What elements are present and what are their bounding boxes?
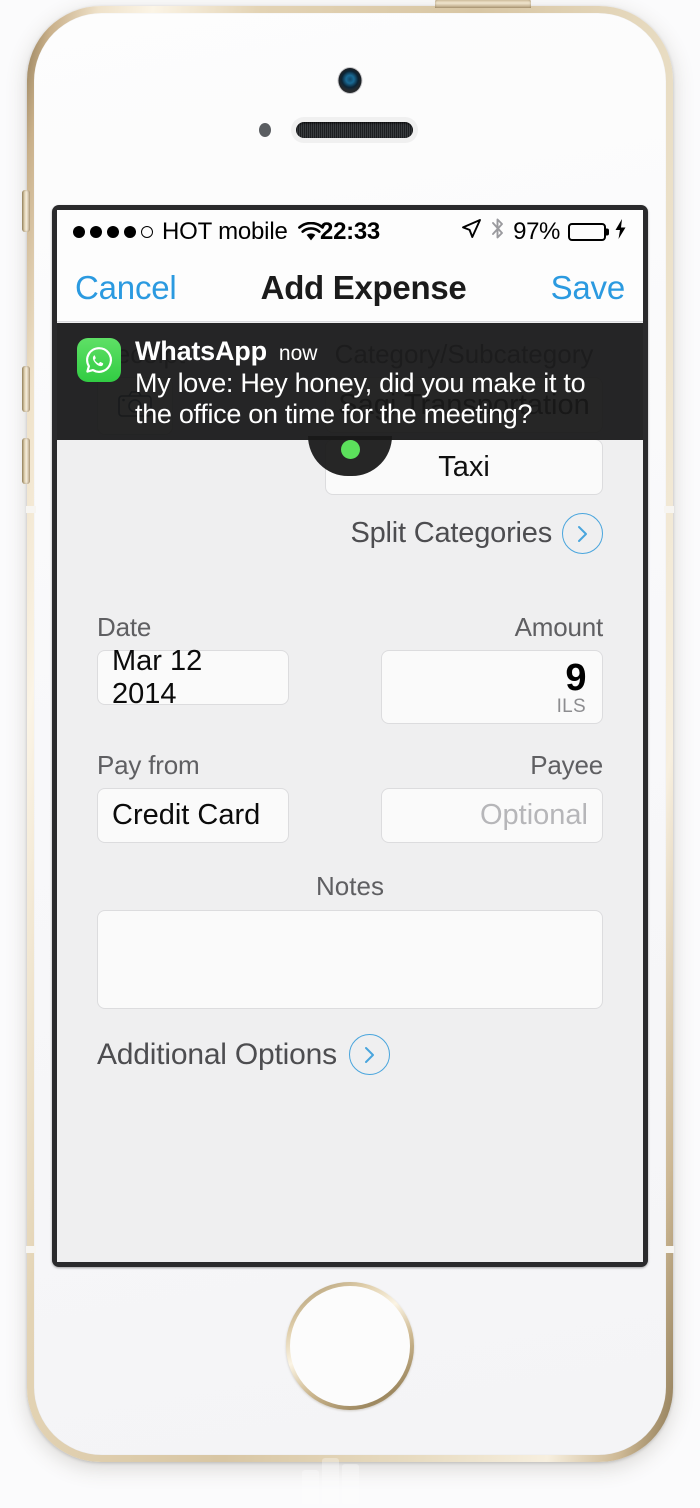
chevron-right-circle-icon[interactable] xyxy=(348,1034,390,1075)
notification-header: WhatsApp now xyxy=(135,336,629,367)
mute-switch-icon[interactable] xyxy=(22,190,30,232)
notification-content: WhatsApp now My love: Hey honey, did you… xyxy=(135,336,629,440)
split-categories-row[interactable]: Split Categories xyxy=(97,513,603,554)
phone-device: HOT mobile 22:33 97% Cancel Add Expense … xyxy=(22,0,674,1462)
additional-options-row[interactable]: Additional Options xyxy=(97,1034,603,1075)
page-title: Add Expense xyxy=(260,268,467,306)
notification-banner[interactable]: WhatsApp now My love: Hey honey, did you… xyxy=(57,323,643,476)
phone-screen: HOT mobile 22:33 97% Cancel Add Expense … xyxy=(57,210,643,1262)
pay-from-label: Pay from xyxy=(97,750,200,780)
amount-currency: ILS xyxy=(556,696,586,717)
payee-field: Payee Optional xyxy=(381,750,603,843)
notes-field: Notes xyxy=(97,871,603,1009)
payee-label: Payee xyxy=(530,750,603,780)
proximity-sensor-icon xyxy=(259,123,271,137)
front-camera-icon xyxy=(338,68,362,93)
pay-from-input[interactable]: Credit Card xyxy=(97,788,289,843)
earpiece-speaker-icon xyxy=(296,122,413,138)
location-arrow-icon xyxy=(460,218,482,247)
antenna-band xyxy=(26,506,36,513)
carrier-name: HOT mobile xyxy=(162,218,288,245)
signal-strength-icon xyxy=(73,226,153,238)
date-input[interactable]: Mar 12 2014 xyxy=(97,645,289,710)
notes-input[interactable] xyxy=(97,910,603,1009)
antenna-band xyxy=(26,1246,36,1253)
navigation-bar: Cancel Add Expense Save xyxy=(57,254,643,322)
amount-field: Amount 9 ILS xyxy=(381,612,603,724)
chevron-right-circle-icon[interactable] xyxy=(562,513,603,554)
pay-from-field: Pay from Credit Card xyxy=(97,750,289,843)
amount-label: Amount xyxy=(514,612,604,642)
save-button[interactable]: Save xyxy=(551,269,626,307)
payee-input[interactable]: Optional xyxy=(381,788,603,843)
whatsapp-icon xyxy=(77,338,121,382)
power-button-icon[interactable] xyxy=(435,0,531,8)
date-amount-row: Date Mar 12 2014 Amount 9 ILS xyxy=(97,612,603,724)
screen-bezel: HOT mobile 22:33 97% Cancel Add Expense … xyxy=(52,205,648,1267)
additional-options-label: Additional Options xyxy=(97,1037,337,1071)
battery-percent: 97% xyxy=(513,218,560,245)
amount-input[interactable]: 9 ILS xyxy=(381,650,603,724)
amount-value: 9 xyxy=(565,657,586,699)
date-label: Date xyxy=(97,612,152,642)
volume-up-icon[interactable] xyxy=(22,366,30,412)
battery-icon xyxy=(568,223,606,241)
bluetooth-icon xyxy=(490,217,505,247)
status-bar: HOT mobile 22:33 97% xyxy=(57,210,643,254)
cancel-button[interactable]: Cancel xyxy=(75,269,177,307)
notification-message: My love: Hey honey, did you make it to t… xyxy=(135,368,586,430)
notification-app-name: WhatsApp xyxy=(135,336,267,366)
grabber-dot-icon xyxy=(340,440,360,459)
home-button-icon[interactable] xyxy=(286,1282,414,1410)
date-field: Date Mar 12 2014 xyxy=(97,612,289,724)
status-bar-right-group: 97% xyxy=(460,217,627,247)
lightning-bolt-icon xyxy=(614,218,627,247)
split-categories-label: Split Categories xyxy=(350,517,552,549)
notes-label: Notes xyxy=(316,871,384,901)
notification-time: now xyxy=(278,342,318,365)
wifi-icon xyxy=(297,222,324,242)
payfrom-payee-row: Pay from Credit Card Payee Optional xyxy=(97,750,603,843)
antenna-band xyxy=(664,1246,674,1253)
volume-down-icon[interactable] xyxy=(22,438,30,484)
antenna-band xyxy=(664,506,674,513)
